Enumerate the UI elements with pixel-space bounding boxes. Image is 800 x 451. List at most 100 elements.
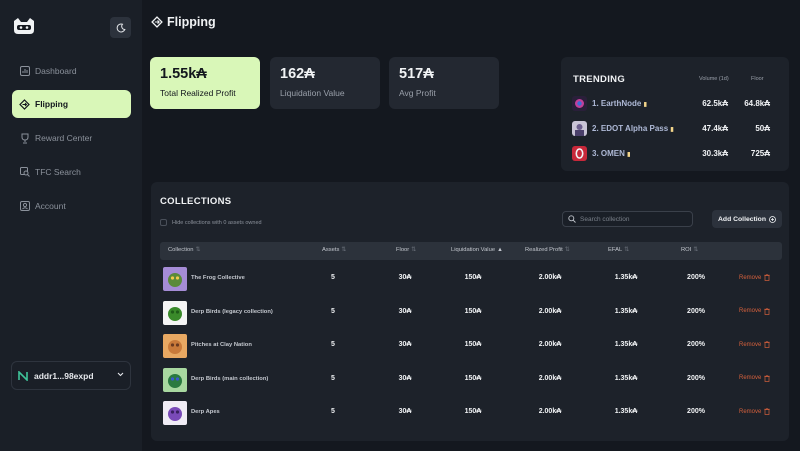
sort-icon: ⇅ (564, 247, 570, 253)
sort-icon: ⇅ (411, 247, 417, 253)
checkbox-box[interactable] (160, 219, 167, 226)
cell-liquidation: 150₳ (464, 374, 482, 382)
sidebar-item-flipping[interactable]: Flipping (12, 90, 131, 118)
trash-icon (764, 274, 771, 281)
flip-icon (151, 16, 163, 28)
cell-realized: 2.00k₳ (538, 408, 562, 415)
collection-name[interactable]: Derp Birds (main collection) (191, 376, 268, 382)
verified-icon: ▮ (643, 102, 647, 108)
cell-liquidation: 150₳ (464, 408, 482, 415)
add-collection-button[interactable]: Add Collection (712, 210, 782, 228)
column-header-floor[interactable]: Floor ⇅ (396, 247, 416, 253)
table-row[interactable]: Pitches at Clay Nation 5 30₳ 150₳ 2.00k₳ 1.35… (160, 329, 782, 363)
cell-efal: 1.35k₳ (614, 408, 638, 415)
stat-value: 1.55k₳ (160, 66, 207, 82)
cell-liquidation: 150₳ (464, 274, 482, 281)
cell-assets: 5 (331, 408, 335, 415)
sort-icon: ⇅ (693, 247, 699, 253)
remove-button[interactable]: Remove (739, 307, 771, 315)
cell-assets: 5 (331, 307, 335, 315)
cell-roi: 200% (687, 374, 705, 382)
collection-name[interactable]: Pitches at Clay Nation (191, 342, 252, 348)
sidebar-item-label: TFC Search (35, 167, 81, 177)
trash-icon (764, 408, 771, 415)
remove-button[interactable]: Remove (739, 274, 771, 281)
table-row[interactable]: Derp Apes 5 30₳ 150₳ 2.00k₳ 1.35k₳ 200% Remove (160, 396, 782, 430)
remove-button[interactable]: Remove (739, 374, 771, 382)
logo-icon[interactable] (12, 17, 36, 35)
cell-liquidation: 150₳ (464, 341, 482, 348)
page-title: Flipping (151, 15, 216, 29)
moon-icon (116, 22, 126, 32)
wallet-logo-icon (18, 370, 28, 381)
table-row[interactable]: Derp Birds (legacy collection) 5 30₳ 150₳ 2.… (160, 296, 782, 330)
trending-item-volume: 62.5k₳ (702, 99, 728, 108)
cell-realized: 2.00k₳ (538, 307, 562, 315)
sort-icon: ⇅ (195, 247, 201, 253)
trending-header-floor: Floor (751, 76, 764, 82)
cell-assets: 5 (331, 341, 335, 348)
collections-panel: COLLECTIONS Hide collections with 0 asse… (151, 182, 789, 441)
trending-item[interactable]: 2. EDOT Alpha Pass ▮ 47.4k₳ 50₳ (572, 121, 782, 137)
trophy-icon (19, 133, 30, 144)
earthnode-image (572, 96, 587, 111)
search-box[interactable] (562, 211, 693, 227)
collection-name[interactable]: Derp Birds (legacy collection) (191, 309, 273, 315)
sidebar: Dashboard Flipping Reward Center TFC Sea… (0, 0, 142, 451)
cell-floor: 30₳ (398, 408, 412, 415)
collection-thumbnail (163, 300, 187, 325)
trending-item-volume: 30.3k₳ (702, 149, 728, 158)
cell-roi: 200% (687, 274, 705, 281)
sidebar-item-reward-center[interactable]: Reward Center (12, 124, 131, 152)
verified-icon: ▮ (670, 127, 674, 133)
page-title-text: Flipping (167, 15, 216, 29)
collection-name[interactable]: The Frog Collective (191, 275, 245, 281)
cell-floor: 30₳ (398, 274, 412, 281)
search-icon (568, 215, 576, 223)
remove-button[interactable]: Remove (739, 341, 771, 348)
cell-roi: 200% (687, 341, 705, 348)
cell-efal: 1.35k₳ (614, 307, 638, 315)
theme-toggle-button[interactable] (110, 17, 131, 38)
trending-item-name: 1. EarthNode ▮ (592, 99, 647, 108)
collection-thumbnail (163, 401, 187, 425)
cell-assets: 5 (331, 374, 335, 382)
stat-value: 517₳ (399, 66, 434, 82)
column-header-efal[interactable]: EFAL ⇅ (608, 247, 629, 253)
column-header-assets[interactable]: Assets ⇅ (322, 247, 346, 253)
cell-roi: 200% (687, 408, 705, 415)
search-input[interactable] (580, 215, 690, 223)
cell-efal: 1.35k₳ (614, 341, 638, 348)
sidebar-item-tfc-search[interactable]: TFC Search (12, 158, 131, 186)
sidebar-item-label: Reward Center (35, 133, 93, 143)
sidebar-item-label: Dashboard (35, 66, 77, 76)
cell-realized: 2.00k₳ (538, 341, 562, 348)
table-row[interactable]: Derp Birds (main collection) 5 30₳ 150₳ 2.00… (160, 363, 782, 397)
trending-item-name: 3. OMEN ▮ (592, 149, 631, 158)
sidebar-item-label: Account (35, 201, 66, 211)
plus-circle-icon (769, 215, 776, 223)
table-row[interactable]: The Frog Collective 5 30₳ 150₳ 2.00k₳ 1.35k₳ 2… (160, 262, 782, 296)
cell-assets: 5 (331, 274, 335, 281)
trending-item-volume: 47.4k₳ (702, 124, 728, 133)
cell-efal: 1.35k₳ (614, 274, 638, 281)
sidebar-item-account[interactable]: Account (12, 192, 131, 220)
hide-empty-checkbox[interactable]: Hide collections with 0 assets owned (160, 219, 262, 226)
column-header-collection[interactable]: Collection ⇅ (168, 247, 200, 253)
column-header-realized-profit[interactable]: Realized Profit ⇅ (525, 247, 570, 253)
wallet-selector[interactable]: addr1...98expd (11, 361, 131, 390)
column-header-liquidation-value[interactable]: Liquidation Value ▲ (451, 247, 503, 253)
trending-item[interactable]: 3. OMEN ▮ 30.3k₳ 725₳ (572, 146, 782, 162)
trending-title: TRENDING (573, 74, 626, 85)
trending-item[interactable]: 1. EarthNode ▮ 62.5k₳ 64.8k₳ (572, 96, 782, 112)
remove-button[interactable]: Remove (739, 408, 771, 415)
sidebar-item-dashboard[interactable]: Dashboard (12, 57, 131, 85)
collection-thumbnail (163, 367, 187, 392)
collection-name[interactable]: Derp Apes (191, 409, 220, 415)
trash-icon (764, 307, 771, 315)
column-header-roi[interactable]: ROI ⇅ (681, 247, 698, 253)
collections-title: COLLECTIONS (160, 196, 232, 207)
cell-roi: 200% (687, 307, 705, 315)
edot-image (572, 121, 587, 136)
trending-header-volume: Volume (1d) (699, 76, 729, 82)
